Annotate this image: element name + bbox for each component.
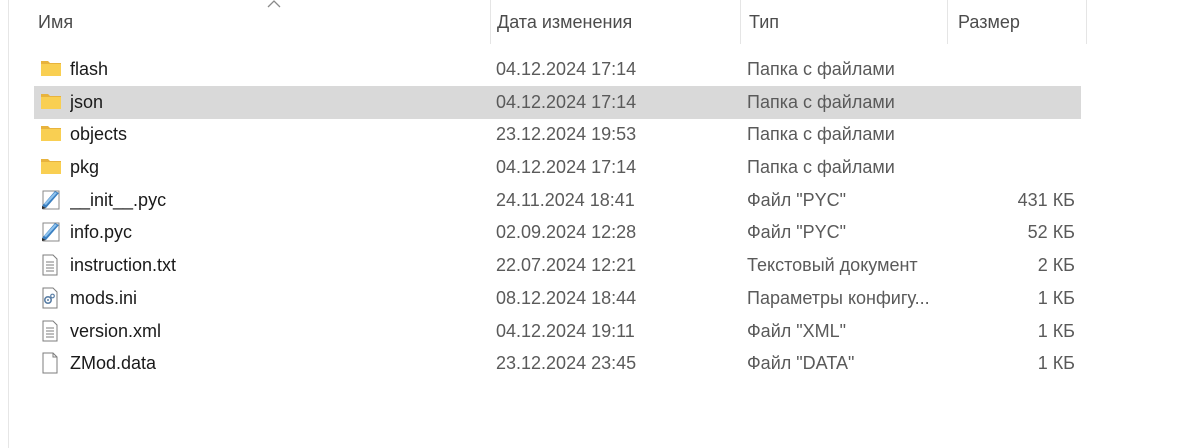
file-date-modified: 23.12.2024 23:45	[496, 353, 637, 374]
file-name: info.pyc	[70, 222, 133, 243]
column-header-date[interactable]: Дата изменения	[490, 0, 741, 44]
file-type: Папка с файлами	[747, 124, 895, 145]
file-size: 1 КБ	[1037, 353, 1075, 374]
file-size: 2 КБ	[1037, 255, 1075, 276]
file-name: mods.ini	[70, 287, 138, 308]
file-type: Текстовый документ	[747, 255, 918, 276]
file-size: 1 КБ	[1037, 287, 1075, 308]
file-size	[950, 151, 1075, 184]
file-size: 431 КБ	[1017, 189, 1075, 210]
file-row[interactable]: info.pyc 02.09.2024 12:28 Файл "PYC" 52 КБ	[0, 216, 1200, 249]
file-name: json	[70, 91, 104, 112]
sort-ascending-icon	[267, 0, 281, 8]
settings-file-icon	[40, 282, 64, 315]
file-type: Папка с файлами	[747, 157, 895, 178]
file-type: Папка с файлами	[747, 59, 895, 79]
file-date-modified: 04.12.2024 17:14	[496, 91, 637, 112]
file-type: Параметры конфигу...	[747, 287, 930, 308]
file-row[interactable]: ZMod.data 23.12.2024 23:45 Файл "DATA" 1 КБ	[0, 347, 1200, 380]
file-list: flash 04.12.2024 17:14 Папка с файлами json…	[0, 53, 1200, 380]
file-name: version.xml	[70, 320, 162, 341]
text-file-icon	[40, 315, 64, 348]
column-header-size-label: Размер	[958, 12, 1020, 32]
file-size	[950, 118, 1075, 151]
file-date-modified: 24.11.2024 18:41	[496, 189, 635, 210]
file-row[interactable]: mods.ini 08.12.2024 18:44 Параметры конфиг…	[0, 282, 1200, 315]
file-type: Файл "PYC"	[747, 189, 847, 210]
file-row[interactable]: json 04.12.2024 17:14 Папка с файлами	[0, 85, 1200, 119]
file-size: 1 КБ	[1037, 320, 1075, 341]
file-date-modified: 08.12.2024 18:44	[496, 287, 637, 308]
file-name: __init__.pyc	[70, 189, 167, 210]
file-row[interactable]: objects 23.12.2024 19:53 Папка с файлами	[0, 118, 1200, 151]
file-row[interactable]: __init__.pyc 24.11.2024 18:41 Файл "PYC" 43…	[0, 184, 1200, 217]
folder-icon	[40, 53, 64, 86]
folder-icon	[40, 151, 64, 184]
file-date-modified: 23.12.2024 19:53	[496, 124, 637, 145]
file-size: 52 КБ	[1027, 222, 1075, 243]
folder-icon	[40, 118, 64, 151]
file-date-modified: 04.12.2024 17:14	[496, 157, 637, 178]
text-file-icon	[40, 249, 64, 282]
file-type: Файл "XML"	[747, 320, 847, 341]
column-header-name[interactable]: Имя	[18, 0, 498, 44]
column-header-date-label: Дата изменения	[497, 12, 633, 32]
pyc-file-icon	[40, 216, 64, 249]
column-header-size[interactable]: Размер	[947, 0, 1087, 44]
file-type: Файл "DATA"	[747, 353, 855, 374]
file-size	[950, 53, 1075, 86]
file-row[interactable]: pkg 04.12.2024 17:14 Папка с файлами	[0, 151, 1200, 184]
blank-file-icon	[40, 347, 64, 380]
file-size	[950, 86, 1075, 119]
column-header-type[interactable]: Тип	[740, 0, 948, 44]
file-date-modified: 04.12.2024 17:14	[496, 59, 637, 79]
file-name: pkg	[70, 157, 100, 178]
file-row[interactable]: version.xml 04.12.2024 19:11 Файл "XML" 1 К…	[0, 315, 1200, 348]
column-header-type-label: Тип	[749, 12, 780, 32]
column-header-name-label: Имя	[38, 12, 74, 32]
file-name: instruction.txt	[70, 255, 177, 276]
file-date-modified: 04.12.2024 19:11	[496, 320, 635, 341]
file-name: ZMod.data	[70, 353, 157, 374]
file-type: Файл "PYC"	[747, 222, 847, 243]
column-header-bar: Имя Дата изменения Тип Размер	[8, 0, 1200, 44]
file-row[interactable]: flash 04.12.2024 17:14 Папка с файлами	[0, 53, 1200, 86]
file-row[interactable]: instruction.txt 22.07.2024 12:21 Текстовый…	[0, 249, 1200, 282]
pyc-file-icon	[40, 184, 64, 217]
file-name: objects	[70, 124, 128, 145]
file-name: flash	[70, 59, 109, 79]
file-date-modified: 22.07.2024 12:21	[496, 255, 637, 276]
folder-icon	[40, 86, 64, 119]
file-type: Папка с файлами	[747, 91, 895, 112]
file-date-modified: 02.09.2024 12:28	[496, 222, 637, 243]
file-explorer: Имя Дата изменения Тип Размер flash 04.12…	[0, 0, 1200, 448]
